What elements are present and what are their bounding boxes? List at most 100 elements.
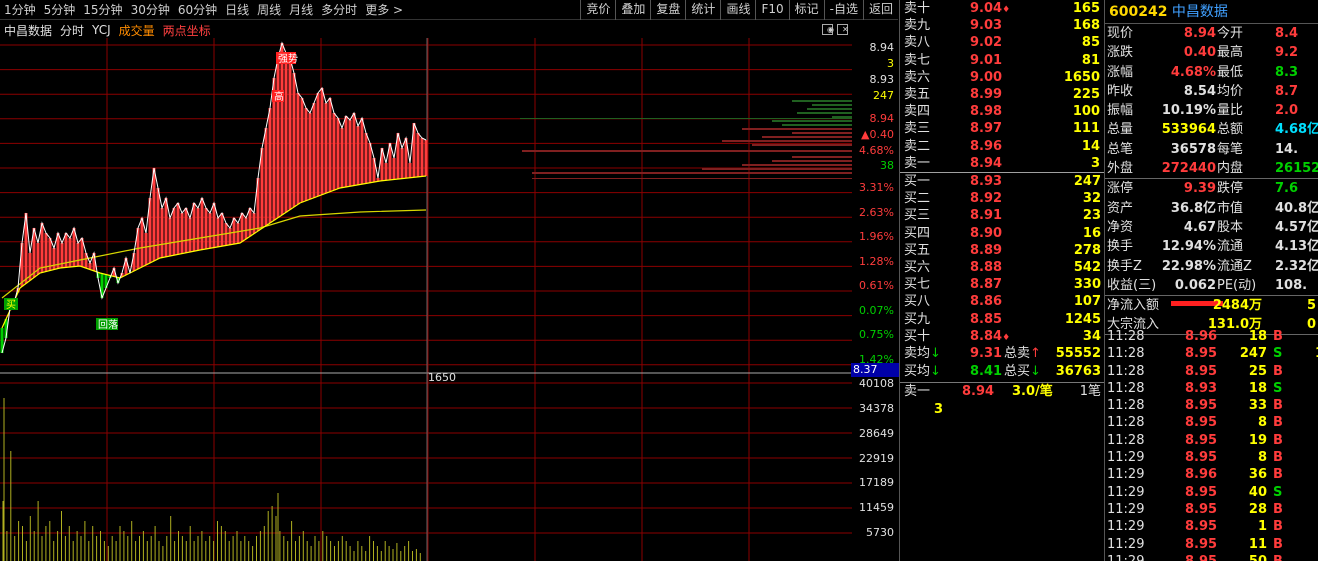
two-point-coordinate-toggle[interactable]: 两点坐标 — [159, 22, 215, 39]
ask-level[interactable]: 卖八 9.02 85 — [900, 34, 1104, 51]
fundamental-rows: 涨停 9.39 跌停 7.6 资产 36.8亿 市值 40.8亿 净资 4.67 股本 4.57亿 换手… — [1105, 179, 1318, 295]
ask-level-volume: 3 — [1090, 155, 1100, 171]
chart-mode-tab[interactable]: 分时 — [56, 22, 88, 39]
tick-list[interactable]: 11:288.9618B11:288.95247S111:288.9525B11… — [1105, 328, 1318, 561]
bid-level-price: 8.92 — [970, 191, 1003, 207]
tick-time: 11:28 — [1107, 398, 1145, 414]
tick-row[interactable]: 11:28 8.96 18 B — [1105, 328, 1318, 345]
ycj-indicator[interactable]: YCJ — [88, 23, 115, 37]
quote-value: 36.8亿 — [1170, 200, 1216, 216]
volume-indicator[interactable]: 成交量 — [115, 22, 159, 39]
tool-button-2[interactable]: 复盘 — [650, 0, 685, 20]
tick-row[interactable]: 11:28 8.95 25 B — [1105, 363, 1318, 380]
tick-price: 8.93 — [1185, 380, 1218, 396]
ask-level[interactable]: 卖四 8.98 100 — [900, 103, 1104, 120]
ask-level[interactable]: 卖五 8.99 225 — [900, 86, 1104, 103]
quote-label-2: PE(动) — [1217, 277, 1257, 293]
chart-stock-name: 中昌数据 — [4, 23, 53, 38]
bid-level-label: 买九 — [904, 311, 931, 327]
quote-row: 换手Z 22.98% 流通Z 2.32亿 — [1105, 257, 1318, 276]
tool-button-5[interactable]: F10 — [755, 0, 788, 20]
tick-row[interactable]: 11:29 8.95 11 B — [1105, 536, 1318, 553]
period-tab-8[interactable]: 多分时 — [317, 0, 361, 20]
tick-row[interactable]: 11:29 8.95 1 B — [1105, 518, 1318, 535]
period-tab-0[interactable]: 1分钟 — [0, 0, 40, 20]
bid-level[interactable]: 买八 8.86 107 — [900, 293, 1105, 310]
tool-button-7[interactable]: -自选 — [823, 0, 863, 20]
tick-row[interactable]: 11:28 8.93 18 S — [1105, 380, 1318, 397]
quote-value: 272440 — [1161, 161, 1216, 177]
period-tab-5[interactable]: 日线 — [221, 0, 253, 20]
tick-row[interactable]: 11:28 8.95 8 B — [1105, 414, 1318, 431]
bid-level-label: 买二 — [904, 191, 931, 207]
tool-button-1[interactable]: 叠加 — [615, 0, 650, 20]
bid-level[interactable]: 买三 8.91 23 — [900, 207, 1105, 224]
chart-window-controls: ◉ ✕ — [822, 24, 849, 35]
tool-button-4[interactable]: 画线 — [720, 0, 755, 20]
tool-button-8[interactable]: 返回 — [862, 0, 898, 20]
bid-level[interactable]: 买九 8.85 1245 — [900, 311, 1105, 328]
period-tab-7[interactable]: 月线 — [285, 0, 317, 20]
quote-value-2: 2.32亿 — [1275, 258, 1318, 274]
ask-level[interactable]: 卖六 9.00 1650 — [900, 69, 1104, 86]
price-axis-label: 4.68% — [859, 144, 894, 157]
tick-price: 8.95 — [1185, 432, 1218, 448]
tool-button-3[interactable]: 统计 — [685, 0, 720, 20]
tick-row[interactable]: 11:28 8.95 19 B — [1105, 432, 1318, 449]
tick-price: 8.95 — [1185, 519, 1218, 535]
ask-levels: 卖十 9.04♦ 165 卖九 9.03 168 卖八 9.02 85 卖七 9.01 81 卖六 9.0… — [900, 0, 1104, 172]
bid-level[interactable]: 买六 8.88 542 — [900, 259, 1105, 276]
quote-label-2: 均价 — [1217, 83, 1244, 99]
ask-level[interactable]: 卖一 8.94 3 — [900, 155, 1104, 172]
period-tab-3[interactable]: 30分钟 — [127, 0, 174, 20]
chart-close-icon[interactable]: ✕ — [837, 24, 849, 35]
period-tab-2[interactable]: 15分钟 — [79, 0, 126, 20]
tool-button-6[interactable]: 标记 — [788, 0, 824, 20]
ask-level[interactable]: 卖二 8.96 14 — [900, 138, 1104, 155]
level-marker-icon: ♦ — [1002, 5, 1011, 15]
tick-row[interactable]: 11:29 8.96 36 B — [1105, 466, 1318, 483]
tool-button-0[interactable]: 竞价 — [580, 0, 615, 20]
chart-settings-icon[interactable]: ◉ — [822, 24, 834, 35]
quote-row: 资产 36.8亿 市值 40.8亿 — [1105, 199, 1318, 218]
bid-level[interactable]: 买四 8.90 16 — [900, 225, 1105, 242]
flow-extra: 5 — [1307, 298, 1317, 314]
period-tab-9[interactable]: 更多 > — [361, 0, 407, 20]
ask-level-price: 8.96 — [970, 138, 1003, 154]
flow-label: 净流入额 — [1107, 298, 1160, 314]
quote-label: 涨跌 — [1107, 45, 1134, 61]
quote-value: 8.94 — [1183, 26, 1216, 41]
bid-level[interactable]: 买七 8.87 330 — [900, 276, 1105, 293]
bid-level-label: 买四 — [904, 225, 931, 241]
quote-value-2: 2.0 — [1275, 103, 1299, 119]
bid-level[interactable]: 买五 8.89 278 — [900, 242, 1105, 259]
ask-level-volume: 1650 — [1063, 69, 1100, 85]
ask-level[interactable]: 卖三 8.97 111 — [900, 120, 1104, 137]
down-arrow-icon: ↓ — [1030, 364, 1041, 379]
period-tab-4[interactable]: 60分钟 — [174, 0, 221, 20]
quote-label-2: 每笔 — [1217, 141, 1244, 157]
bid-level[interactable]: 买二 8.92 32 — [900, 190, 1105, 207]
ask-level[interactable]: 卖七 9.01 81 — [900, 52, 1104, 69]
bid-level[interactable]: 买一 8.93 247 — [900, 173, 1105, 190]
bid-level-volume: 542 — [1073, 259, 1101, 275]
tick-row[interactable]: 11:28 8.95 33 B — [1105, 397, 1318, 414]
tick-row[interactable]: 11:29 8.95 28 B — [1105, 501, 1318, 518]
tick-row[interactable]: 11:29 8.95 50 B — [1105, 553, 1318, 561]
quote-label: 总量 — [1107, 122, 1134, 138]
tick-row[interactable]: 11:29 8.95 40 S — [1105, 484, 1318, 501]
bid-level[interactable]: 买十 8.84♦ 34 — [900, 328, 1105, 345]
ask-level[interactable]: 卖九 9.03 168 — [900, 17, 1104, 34]
level-marker-icon: ♦ — [1002, 332, 1011, 343]
quote-value-2: 4.68亿 — [1275, 122, 1318, 138]
quote-row: 换手 12.94% 流通 4.13亿 — [1105, 237, 1318, 256]
tick-row[interactable]: 11:29 8.95 8 B — [1105, 449, 1318, 466]
period-tab-1[interactable]: 5分钟 — [40, 0, 80, 20]
depth-bar — [702, 168, 852, 170]
intraday-chart[interactable]: 强势高回落 买 1650 — [0, 38, 852, 561]
quote-label: 换手 — [1107, 239, 1134, 255]
period-tab-6[interactable]: 周线 — [253, 0, 285, 20]
tick-time: 11:29 — [1107, 536, 1145, 552]
ask-level[interactable]: 卖十 9.04♦ 165 — [900, 0, 1104, 17]
tick-row[interactable]: 11:288.95247S1 — [1105, 345, 1318, 362]
